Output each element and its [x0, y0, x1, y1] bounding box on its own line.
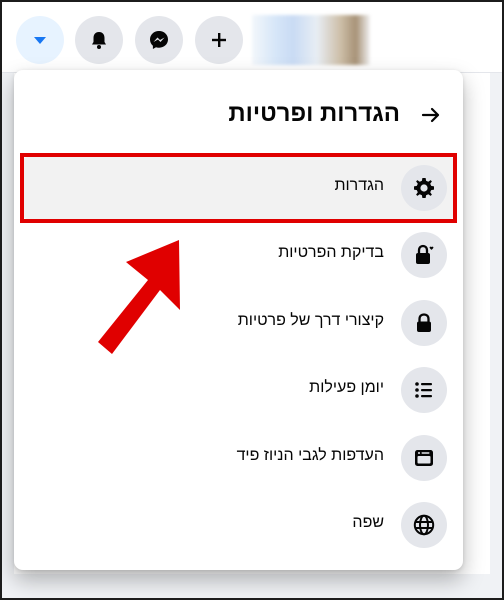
item-icon-circle	[401, 367, 447, 413]
page-background	[2, 73, 14, 598]
menu-item-label: בדיקת הפרטיות	[278, 244, 384, 261]
menu-item-label: העדפות לגבי הניוז פיד	[236, 447, 384, 464]
pointer-arrow-icon	[98, 240, 180, 354]
page-background	[490, 73, 502, 598]
item-icon-circle	[401, 435, 447, 481]
plus-icon	[212, 33, 226, 47]
messenger-icon	[150, 31, 168, 49]
settings-privacy-menu: הגדרות ופרטיות הגדרות בדיקת הפרטיות קיצו…	[14, 70, 463, 570]
feed-icon	[415, 450, 433, 466]
page-background	[2, 574, 502, 598]
messenger-button[interactable]	[135, 16, 183, 64]
highlight-box	[20, 153, 457, 223]
menu-item-news-feed-preferences[interactable]: העדפות לגבי הניוז פיד	[22, 427, 455, 489]
account-menu-button[interactable]	[16, 16, 64, 64]
lock-heart-icon	[416, 244, 434, 264]
lock-icon	[417, 313, 431, 332]
menu-item-label: שפה	[352, 514, 384, 531]
menu-item-privacy-checkup[interactable]: בדיקת הפרטיות	[22, 224, 455, 286]
arrow-right-icon[interactable]	[419, 103, 443, 127]
menu-title: הגדרות ופרטיות	[228, 100, 400, 127]
bell-icon	[92, 32, 106, 49]
item-icon-circle	[401, 300, 447, 346]
notifications-button[interactable]	[75, 16, 123, 64]
menu-item-privacy-shortcuts[interactable]: קיצורי דרך של פרטיות	[22, 292, 455, 354]
menu-header: הגדרות ופרטיות	[14, 100, 463, 130]
menu-item-language[interactable]: שפה	[22, 494, 455, 556]
profile-chip[interactable]	[252, 15, 370, 65]
top-navigation-bar	[2, 2, 502, 73]
menu-item-label: קיצורי דרך של פרטיות	[237, 312, 384, 329]
caret-down-icon	[34, 37, 46, 44]
globe-icon	[413, 514, 435, 536]
item-icon-circle	[401, 502, 447, 548]
menu-item-label: יומן פעילות	[309, 379, 384, 396]
menu-item-activity-log[interactable]: יומן פעילות	[22, 359, 455, 421]
list-icon	[415, 382, 432, 398]
item-icon-circle	[401, 232, 447, 278]
create-button[interactable]	[195, 16, 243, 64]
